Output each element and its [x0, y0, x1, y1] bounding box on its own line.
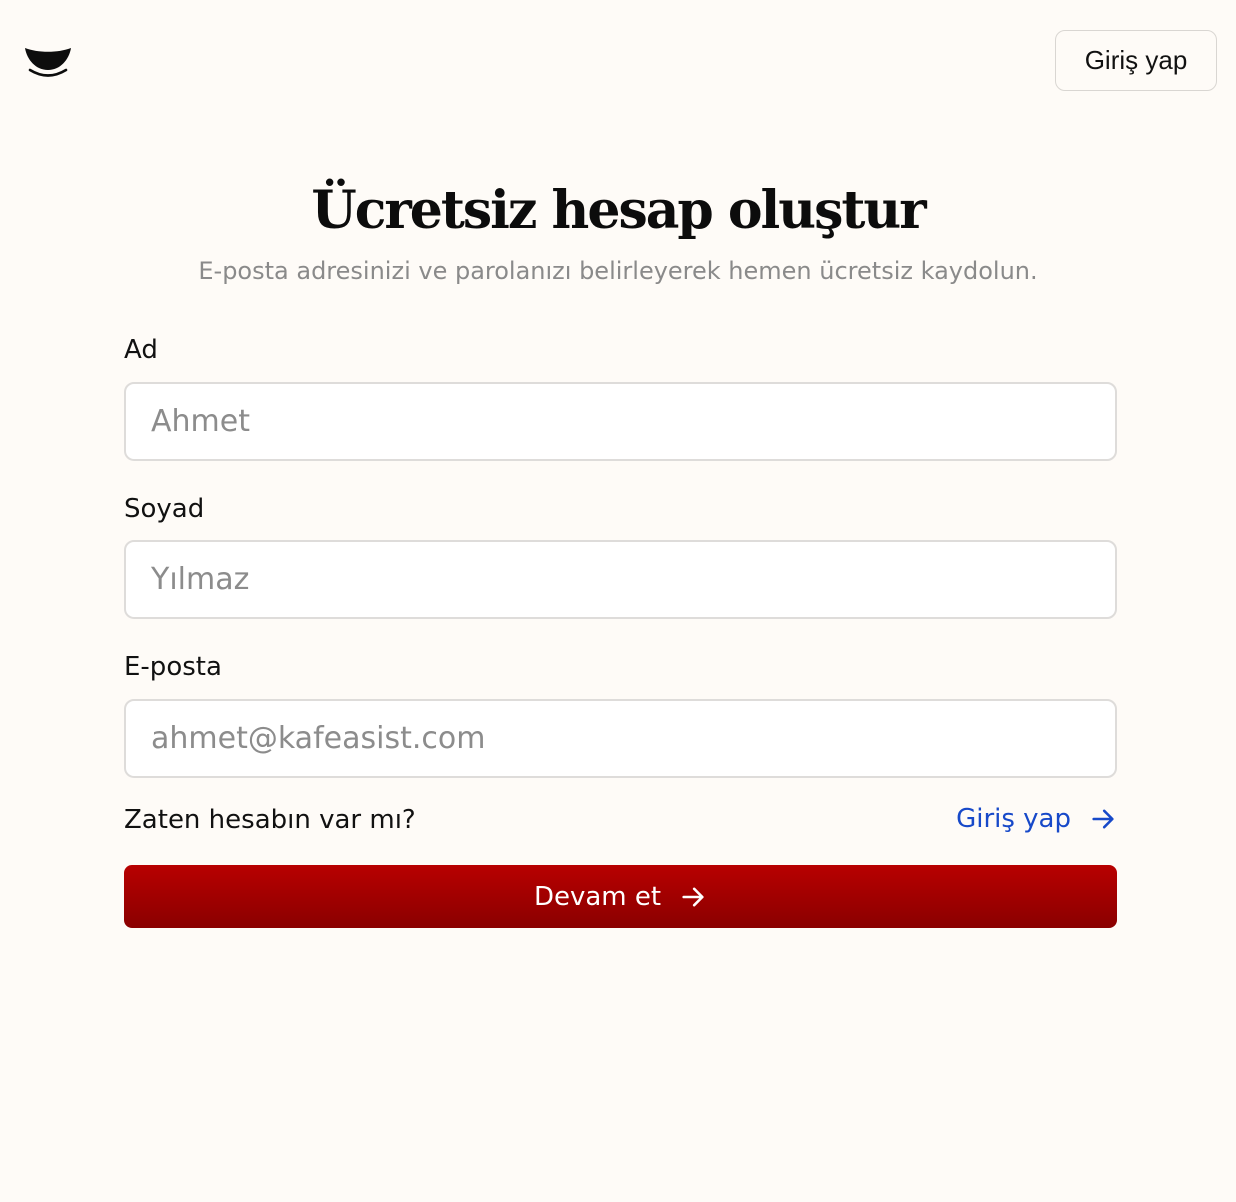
bowl-logo-icon[interactable]	[24, 44, 72, 78]
email-input[interactable]	[124, 699, 1117, 778]
have-account-text: Zaten hesabın var mı?	[124, 805, 416, 835]
continue-button[interactable]: Devam et	[124, 865, 1117, 928]
email-label: E-posta	[124, 652, 222, 682]
last-name-label: Soyad	[124, 494, 205, 524]
continue-button-label: Devam et	[533, 881, 662, 912]
page-title: Ücretsiz hesap oluştur	[311, 180, 926, 241]
first-name-label: Ad	[124, 335, 158, 365]
header-login-button[interactable]: Giriş yap	[1055, 30, 1217, 91]
last-name-input[interactable]	[124, 540, 1117, 619]
login-link[interactable]: Giriş yap	[956, 804, 1117, 834]
page-subtitle: E-posta adresinizi ve parolanızı belirle…	[198, 257, 1038, 285]
first-name-input[interactable]	[124, 382, 1117, 461]
login-link-label: Giriş yap	[956, 804, 1071, 834]
arrow-right-icon	[1092, 809, 1114, 829]
arrow-right-icon	[682, 887, 704, 906]
